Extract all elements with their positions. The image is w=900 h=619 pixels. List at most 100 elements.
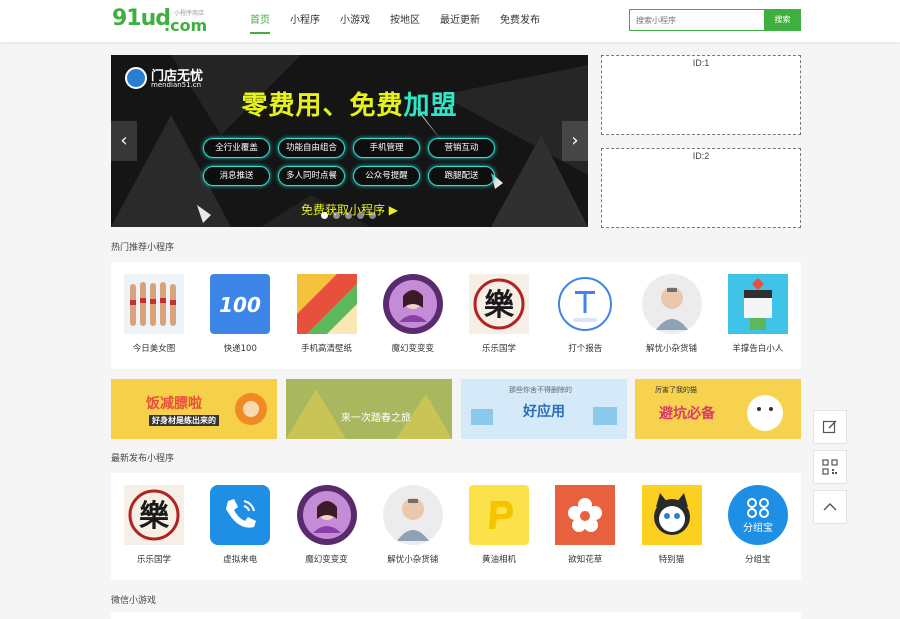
app-card[interactable]: 解忧小杂货铺 <box>370 473 456 580</box>
search-button[interactable]: 搜索 <box>764 9 801 31</box>
carousel-prev-button[interactable]: ‹ <box>111 121 137 161</box>
group-tool-icon: 分组宝 <box>727 485 788 545</box>
promo-subtitle: 好身材是练出来的 <box>149 415 219 426</box>
back-to-top-button[interactable] <box>813 490 847 524</box>
hot-apps-panel: 今日美女图 100 快递100 手机高清壁纸 魔幻变变变 樂 乐乐国学 打个报告 <box>111 262 801 369</box>
phone-call-icon <box>210 485 271 545</box>
app-name: 魔幻变变变 <box>391 344 434 354</box>
banner-headline: 零费用、免费加盟 <box>111 85 588 122</box>
app-name: 黄油相机 <box>481 555 516 565</box>
carousel-next-button[interactable]: › <box>562 121 588 161</box>
promo-banner-spring[interactable]: 来一次踏春之旅 <box>286 379 452 439</box>
app-name: 欲知花草 <box>568 555 603 565</box>
promo-banner-apps[interactable]: 那些你舍不得删除的 好应用 <box>461 379 627 439</box>
hero-carousel[interactable]: 门店无忧 mendian51.cn 零费用、免费加盟 全行业覆盖 功能自由组合 … <box>111 55 588 227</box>
app-name: 特别猫 <box>658 555 685 565</box>
nav-mini-games[interactable]: 小游戏 <box>340 0 370 42</box>
svg-text:樂: 樂 <box>484 288 515 323</box>
feature-pill: 全行业覆盖 <box>203 138 270 158</box>
app-card[interactable]: 羊撑告白小人 <box>715 262 801 369</box>
app-card[interactable]: 解忧小杂货铺 <box>629 262 715 369</box>
app-card[interactable]: 100 快递100 <box>197 262 283 369</box>
photo-models-icon <box>124 274 184 334</box>
games-section-title: 微信小游戏 <box>111 596 157 606</box>
site-header: 91ud .com 小程序商店 首页 小程序 小游戏 按地区 最近更新 免费发布… <box>0 0 900 42</box>
app-name: 乐乐国学 <box>136 555 171 565</box>
app-name: 手机高清壁纸 <box>300 344 352 354</box>
app-card[interactable]: 分组宝 分组宝 <box>715 473 801 580</box>
edit-icon <box>822 420 837 434</box>
carousel-dot[interactable] <box>333 212 340 219</box>
app-name: 今日美女图 <box>132 344 176 354</box>
svg-text:樂: 樂 <box>139 499 170 534</box>
headline-part-2: 免费 <box>349 91 404 121</box>
magic-portrait-icon <box>382 274 443 334</box>
nav-free-publish[interactable]: 免费发布 <box>500 0 540 42</box>
main-nav: 首页 小程序 小游戏 按地区 最近更新 免费发布 <box>250 0 560 42</box>
app-card[interactable]: 手机高清壁纸 <box>284 262 370 369</box>
promo-banner-avoid-pitfalls[interactable]: 厉害了我的猫 避坑必备 <box>635 379 801 439</box>
app-name: 解忧小杂货铺 <box>645 344 697 354</box>
feature-pill: 消息推送 <box>203 166 270 186</box>
feature-pill: 跑腿配送 <box>428 166 495 186</box>
app-card[interactable]: 打个报告 <box>542 262 628 369</box>
nav-mini-programs[interactable]: 小程序 <box>290 0 320 42</box>
search-input[interactable] <box>629 9 764 31</box>
app-card[interactable]: 魔幻变变变 <box>370 262 456 369</box>
promo-title: 来一次踏春之旅 <box>341 413 411 424</box>
confession-figure-icon <box>727 274 788 334</box>
svg-text:分组宝: 分组宝 <box>743 521 773 534</box>
old-man-icon <box>641 274 702 334</box>
kuaidi100-icon: 100 <box>210 274 271 334</box>
butter-camera-icon <box>469 485 529 545</box>
nav-recent-updates[interactable]: 最近更新 <box>440 0 480 42</box>
app-name: 虚拟来电 <box>223 555 258 565</box>
logo-tagline: 小程序商店 <box>174 10 205 17</box>
promo-banner-diet[interactable]: 饭减膘啦 好身材是练出来的 <box>111 379 277 439</box>
carousel-dot[interactable] <box>369 212 376 219</box>
svg-text:100: 100 <box>219 293 261 317</box>
promo-title: 饭减膘啦 <box>146 396 202 412</box>
feature-pill: 手机管理 <box>353 138 420 158</box>
app-name: 羊撑告白小人 <box>732 344 784 354</box>
flower-icon <box>555 485 616 545</box>
feature-pills: 全行业覆盖 功能自由组合 手机管理 营销互动 消息推送 多人同时点餐 公众号提醒… <box>203 138 503 186</box>
carousel-dot[interactable] <box>357 212 364 219</box>
carousel-dot[interactable] <box>321 212 328 219</box>
app-name: 魔幻变变变 <box>305 555 348 565</box>
ad-slot-2[interactable]: ID:2 <box>601 148 801 228</box>
app-card[interactable]: 樂 乐乐国学 <box>456 262 542 369</box>
app-card[interactable]: 今日美女图 <box>111 262 197 369</box>
app-card[interactable]: 黄油相机 <box>456 473 542 580</box>
app-card[interactable]: 欲知花草 <box>542 473 628 580</box>
magic-portrait-icon <box>296 485 357 545</box>
ad-slot-1[interactable]: ID:1 <box>601 55 801 135</box>
nav-home[interactable]: 首页 <box>250 0 270 42</box>
qrcode-button[interactable] <box>813 450 847 484</box>
promo-title: 好应用 <box>523 404 565 420</box>
old-man-icon <box>382 485 443 545</box>
edit-button[interactable] <box>813 410 847 444</box>
report-t-icon <box>555 274 615 334</box>
app-card[interactable]: 樂 乐乐国学 <box>111 473 197 580</box>
feature-pill: 营销互动 <box>428 138 495 158</box>
cat-icon <box>641 485 702 545</box>
headline-part-1: 零费用、 <box>241 91 350 121</box>
yue-character-icon: 樂 <box>124 485 184 545</box>
feature-pill: 多人同时点餐 <box>278 166 345 186</box>
games-panel <box>111 612 801 619</box>
app-card[interactable]: 魔幻变变变 <box>284 473 370 580</box>
app-card[interactable]: 特别猫 <box>629 473 715 580</box>
latest-apps-panel: 樂 乐乐国学 虚拟来电 魔幻变变变 解忧小杂货铺 黄油相机 欲知花草 特别猫 分… <box>111 473 801 580</box>
app-card[interactable]: 虚拟来电 <box>197 473 283 580</box>
app-name: 打个报告 <box>568 344 603 354</box>
nav-by-region[interactable]: 按地区 <box>390 0 420 42</box>
promo-title: 避坑必备 <box>659 406 715 422</box>
latest-section-title: 最新发布小程序 <box>111 454 175 464</box>
site-logo[interactable]: 91ud .com 小程序商店 <box>112 6 212 36</box>
app-name: 解忧小杂货铺 <box>387 555 439 565</box>
carousel-dots <box>321 212 376 219</box>
carousel-dot[interactable] <box>345 212 352 219</box>
hot-section-title: 热门推荐小程序 <box>111 243 175 253</box>
promo-subtitle: 那些你舍不得删除的 <box>509 386 572 394</box>
